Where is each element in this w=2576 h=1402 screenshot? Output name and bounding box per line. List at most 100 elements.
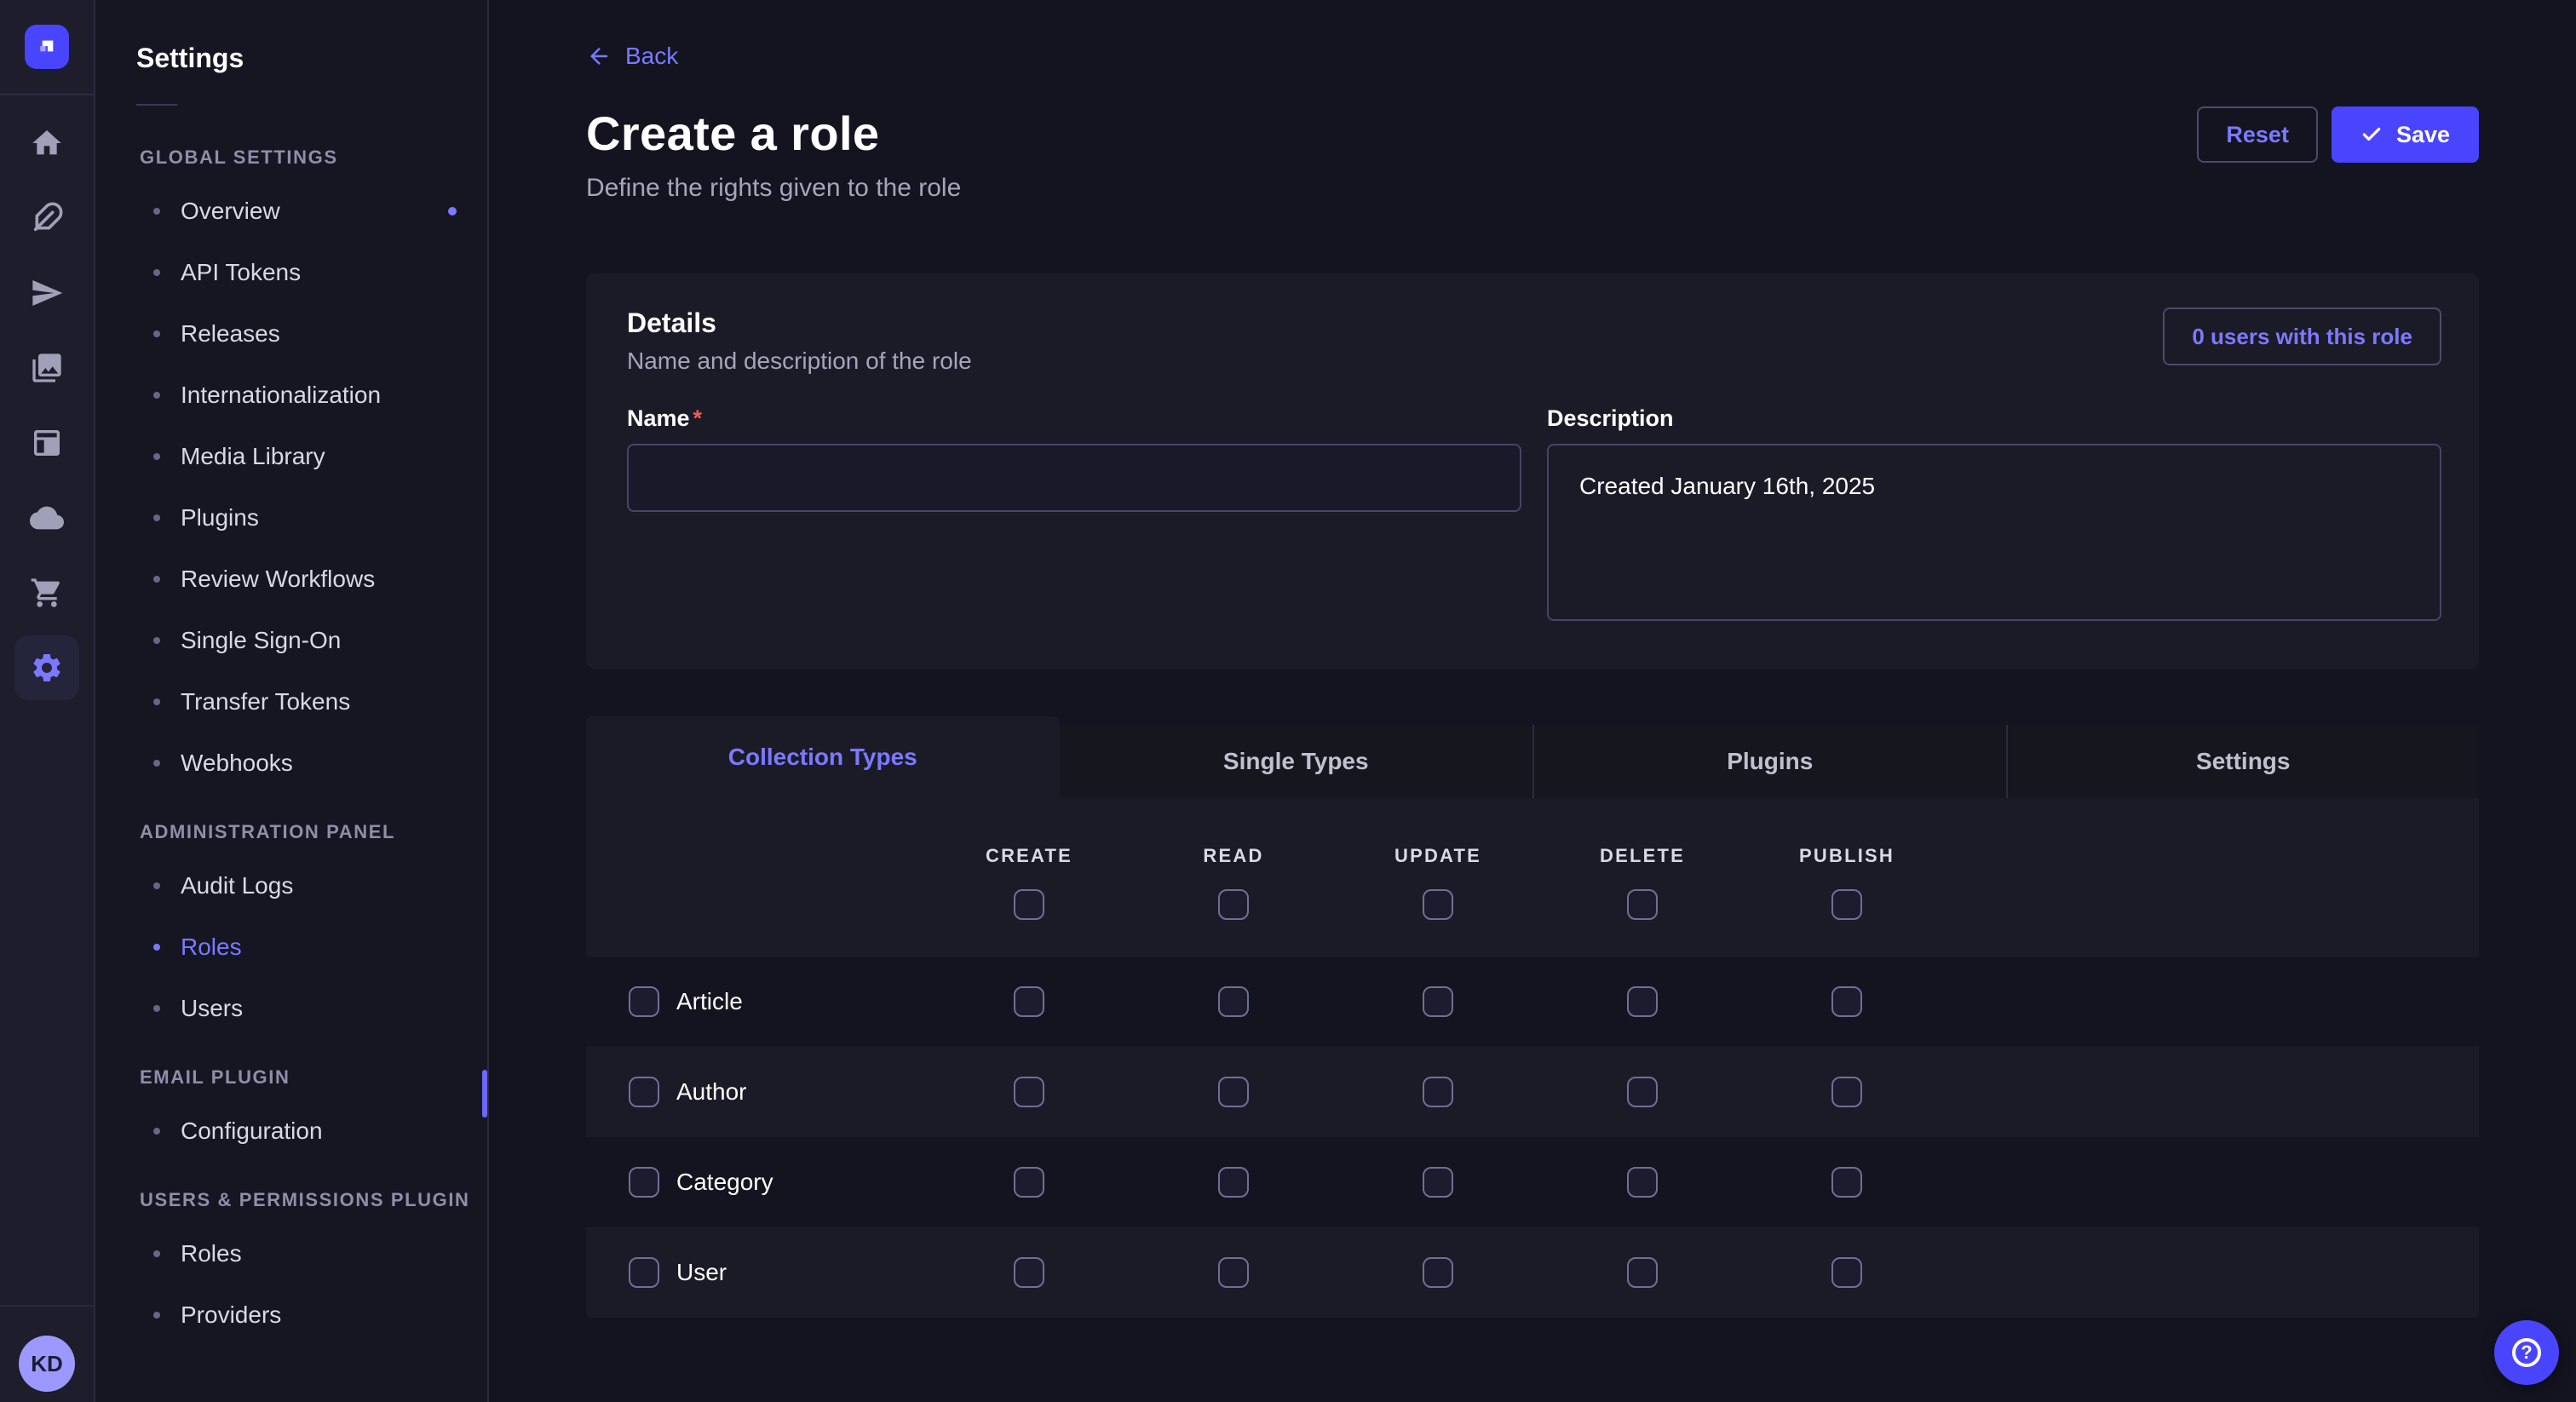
permissions-tabs: Collection TypesSingle TypesPluginsSetti… — [586, 716, 2479, 798]
users-with-role-button[interactable]: 0 users with this role — [2163, 307, 2441, 365]
select-all-publish-checkbox[interactable] — [1831, 889, 1862, 920]
settings-nav-item-single-sign-on[interactable]: Single Sign-On — [95, 610, 487, 671]
nav-section-label-users-permissions-plugin: USERS & PERMISSIONS PLUGIN — [140, 1189, 487, 1213]
marketplace-cart-icon[interactable] — [9, 555, 84, 630]
select-all-create-checkbox[interactable] — [1014, 889, 1044, 920]
nav-item-label: Internationalization — [181, 382, 381, 409]
settings-nav-item-roles[interactable]: Roles — [95, 916, 487, 978]
nav-item-label: Roles — [181, 1240, 242, 1267]
page-title: Create a role — [586, 103, 961, 164]
author-delete-checkbox[interactable] — [1627, 1077, 1658, 1107]
category-delete-checkbox[interactable] — [1627, 1167, 1658, 1198]
permission-row-article: Article — [586, 957, 2479, 1047]
logo-area — [0, 0, 94, 95]
nav-item-label: Review Workflows — [181, 566, 375, 593]
author-update-checkbox[interactable] — [1423, 1077, 1453, 1107]
nav-item-label: Media Library — [181, 443, 325, 470]
home-icon[interactable] — [9, 106, 84, 181]
article-delete-checkbox[interactable] — [1627, 986, 1658, 1017]
details-title: Details — [627, 307, 972, 339]
media-library-icon[interactable] — [9, 330, 84, 405]
bullet-icon — [153, 208, 160, 215]
nav-item-label: Transfer Tokens — [181, 688, 350, 715]
select-all-delete-checkbox[interactable] — [1627, 889, 1658, 920]
permission-row-category: Category — [586, 1137, 2479, 1227]
author-create-checkbox[interactable] — [1014, 1077, 1044, 1107]
question-icon: ? — [2512, 1338, 2541, 1367]
select-row-author-checkbox[interactable] — [629, 1077, 659, 1107]
nav-item-label: Plugins — [181, 504, 259, 531]
row-label: User — [676, 1259, 727, 1286]
settings-nav-item-webhooks[interactable]: Webhooks — [95, 733, 487, 794]
settings-nav-item-api-tokens[interactable]: API Tokens — [95, 242, 487, 303]
deploy-send-icon[interactable] — [9, 256, 84, 330]
content-type-builder-icon[interactable] — [9, 405, 84, 480]
settings-nav-item-configuration[interactable]: Configuration — [95, 1100, 487, 1162]
user-update-checkbox[interactable] — [1423, 1257, 1453, 1288]
bullet-icon — [153, 1005, 160, 1012]
column-header-delete: DELETE — [1600, 845, 1685, 867]
settings-nav-item-plugins[interactable]: Plugins — [95, 487, 487, 549]
nav-item-label: Webhooks — [181, 750, 293, 777]
titlebar: Create a role Define the rights given to… — [586, 103, 2479, 209]
article-update-checkbox[interactable] — [1423, 986, 1453, 1017]
divider — [136, 104, 177, 106]
cloud-icon[interactable] — [9, 480, 84, 555]
settings-nav-item-overview[interactable]: Overview — [95, 181, 487, 242]
select-all-read-checkbox[interactable] — [1218, 889, 1249, 920]
settings-nav-item-media-library[interactable]: Media Library — [95, 426, 487, 487]
bullet-icon — [153, 637, 160, 644]
select-all-update-checkbox[interactable] — [1423, 889, 1453, 920]
settings-nav-item-review-workflows[interactable]: Review Workflows — [95, 549, 487, 610]
bullet-icon — [153, 514, 160, 521]
settings-nav-item-releases[interactable]: Releases — [95, 303, 487, 365]
bullet-icon — [153, 760, 160, 767]
reset-button[interactable]: Reset — [2197, 106, 2318, 163]
bullet-icon — [153, 269, 160, 276]
user-delete-checkbox[interactable] — [1627, 1257, 1658, 1288]
settings-nav-item-transfer-tokens[interactable]: Transfer Tokens — [95, 671, 487, 733]
settings-nav-item-audit-logs[interactable]: Audit Logs — [95, 855, 487, 916]
description-input[interactable]: Created January 16th, 2025 — [1547, 444, 2441, 621]
category-create-checkbox[interactable] — [1014, 1167, 1044, 1198]
user-create-checkbox[interactable] — [1014, 1257, 1044, 1288]
permissions-table-header: CREATEREADUPDATEDELETEPUBLISH — [586, 798, 2479, 957]
rail-footer: KD — [0, 1305, 94, 1402]
select-row-article-checkbox[interactable] — [629, 986, 659, 1017]
article-create-checkbox[interactable] — [1014, 986, 1044, 1017]
user-read-checkbox[interactable] — [1218, 1257, 1249, 1288]
rail-icon-list — [0, 95, 94, 1305]
settings-nav-item-roles[interactable]: Roles — [95, 1223, 487, 1284]
tab-settings[interactable]: Settings — [2006, 725, 2480, 798]
tab-plugins[interactable]: Plugins — [1532, 725, 2006, 798]
strapi-logo[interactable] — [25, 25, 69, 69]
back-link[interactable]: Back — [586, 41, 678, 72]
page-subtitle: Define the rights given to the role — [586, 168, 961, 209]
tab-collection-types[interactable]: Collection Types — [586, 716, 1060, 798]
author-publish-checkbox[interactable] — [1831, 1077, 1862, 1107]
user-avatar[interactable]: KD — [19, 1336, 75, 1392]
category-publish-checkbox[interactable] — [1831, 1167, 1862, 1198]
article-publish-checkbox[interactable] — [1831, 986, 1862, 1017]
header-actions: Reset Save — [2197, 106, 2479, 163]
user-publish-checkbox[interactable] — [1831, 1257, 1862, 1288]
settings-nav-item-providers[interactable]: Providers — [95, 1284, 487, 1346]
name-input[interactable] — [627, 444, 1521, 512]
save-button[interactable]: Save — [2332, 106, 2479, 163]
category-update-checkbox[interactable] — [1423, 1167, 1453, 1198]
nav-section-label-email-plugin: EMAIL PLUGIN — [140, 1066, 487, 1090]
tab-single-types[interactable]: Single Types — [1060, 725, 1533, 798]
row-label: Article — [676, 988, 743, 1015]
settings-nav-item-internationalization[interactable]: Internationalization — [95, 365, 487, 426]
main-nav-rail: KD — [0, 0, 95, 1402]
help-button[interactable]: ? — [2494, 1320, 2559, 1385]
article-read-checkbox[interactable] — [1218, 986, 1249, 1017]
back-label: Back — [625, 43, 678, 70]
author-read-checkbox[interactable] — [1218, 1077, 1249, 1107]
select-row-user-checkbox[interactable] — [629, 1257, 659, 1288]
content-feather-icon[interactable] — [9, 181, 84, 256]
select-row-category-checkbox[interactable] — [629, 1167, 659, 1198]
settings-gear-icon[interactable] — [9, 630, 84, 705]
category-read-checkbox[interactable] — [1218, 1167, 1249, 1198]
settings-nav-item-users[interactable]: Users — [95, 978, 487, 1039]
